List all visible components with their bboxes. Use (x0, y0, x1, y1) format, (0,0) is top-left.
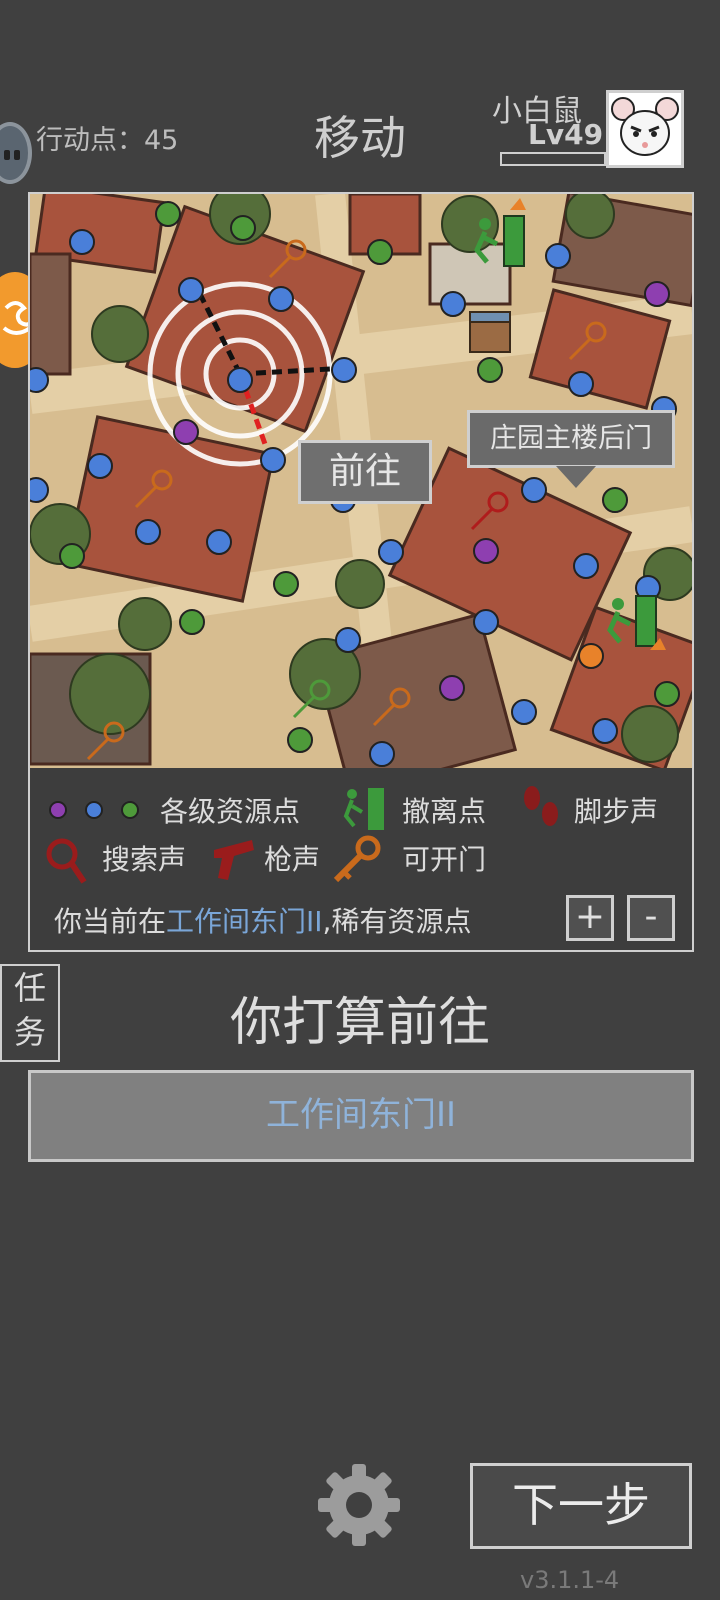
location-suffix: ,稀有资源点 (322, 905, 472, 938)
goto-button[interactable]: 前往 (298, 440, 432, 504)
destination-button[interactable]: 工作间东门II (28, 1070, 694, 1162)
extract-legend-icon (343, 788, 384, 830)
legend-search: 搜索声 (102, 843, 187, 876)
supply-crate-icon (469, 311, 511, 353)
destination-prompt: 你打算前往 (229, 993, 490, 1053)
search-icon (46, 838, 87, 884)
legend-door: 可开门 (402, 843, 487, 876)
tooltip-arrow (556, 466, 596, 488)
location-name: 工作间东门II (166, 905, 323, 938)
chat-icon-dot (14, 150, 20, 160)
task-tab[interactable]: 任 务 (0, 964, 60, 1062)
legend-resources: 各级资源点 (160, 795, 301, 828)
legend-footsteps: 脚步声 (574, 795, 659, 828)
action-points: 行动点：45 (36, 125, 179, 156)
settings-gear-icon[interactable] (316, 1462, 402, 1548)
page-title: 移动 (314, 111, 406, 165)
location-tooltip: 庄园主楼后门 (467, 410, 675, 468)
avatar[interactable] (606, 90, 684, 168)
player-level: Lv49 (528, 118, 604, 151)
zoom-in-button[interactable]: + (566, 895, 614, 941)
resource-dots-legend-icon (49, 801, 139, 819)
chat-button[interactable] (0, 122, 32, 184)
location-prefix: 你当前在 (54, 905, 167, 938)
gunshot-icon (214, 840, 254, 880)
mouse-avatar-icon (611, 97, 679, 156)
legend-gunshot: 枪声 (264, 843, 321, 876)
current-location-text: 你当前在工作间东门II,稀有资源点 (54, 900, 471, 940)
legend-extract: 撤离点 (402, 795, 487, 828)
key-legend-icon (333, 835, 381, 883)
zoom-out-button[interactable]: - (627, 895, 675, 941)
task-tab-char-1: 任 (13, 969, 46, 1007)
footsteps-icon (524, 786, 558, 826)
task-tab-char-2: 务 (13, 1013, 46, 1051)
chat-icon (4, 150, 10, 160)
version-label: v3.1.1-4 (520, 1566, 620, 1594)
next-step-button[interactable]: 下一步 (470, 1463, 692, 1549)
experience-bar (500, 152, 606, 166)
